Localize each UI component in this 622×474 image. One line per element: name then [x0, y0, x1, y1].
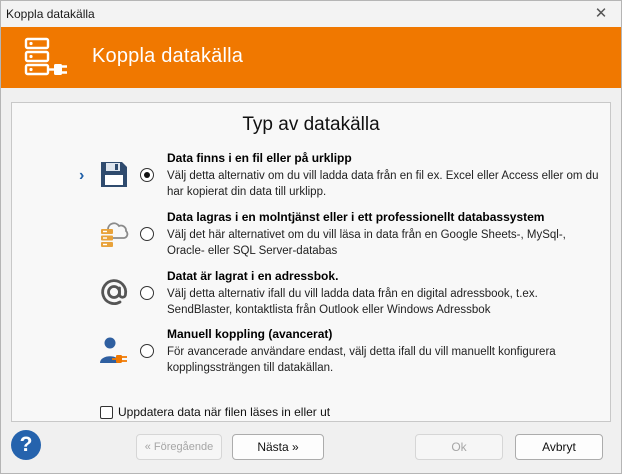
update-data-checkbox-label[interactable]: Uppdatera data när filen läses in eller …: [118, 405, 330, 419]
option-description: Välj detta alternativ ifall du vill ladd…: [167, 288, 538, 316]
option-manual-connection[interactable]: Manuell koppling (avancerat) För avancer…: [12, 327, 612, 383]
user-plug-icon: [100, 337, 127, 363]
close-icon[interactable]: ✕: [593, 5, 609, 22]
option-description: Välj detta alternativ om du vill ladda d…: [167, 170, 599, 198]
floppy-disk-icon: [101, 162, 127, 187]
option-address-book[interactable]: Datat är lagrat i en adressbok. Välj det…: [12, 269, 612, 325]
option-description: Välj det här alternativet om du vill läs…: [167, 229, 566, 257]
ok-button[interactable]: Ok: [415, 434, 503, 460]
section-title: Typ av datakälla: [242, 114, 380, 135]
cancel-button[interactable]: Avbryt: [515, 434, 603, 460]
radio-file-clipboard[interactable]: [140, 168, 154, 182]
option-title: Datat är lagrat i en adressbok.: [167, 269, 339, 283]
title-bar: Koppla datakälla ✕: [1, 1, 621, 27]
dialog-window: Koppla datakälla ✕ Koppla datakälla Typ …: [0, 0, 622, 474]
option-title: Data lagras i en molntjänst eller i ett …: [167, 210, 545, 224]
radio-cloud-database[interactable]: [140, 227, 154, 241]
option-title: Manuell koppling (avancerat): [167, 327, 333, 341]
next-button[interactable]: Nästa »: [232, 434, 324, 460]
at-sign-icon: [101, 279, 128, 305]
option-title: Data finns i en fil eller på urklipp: [167, 151, 352, 165]
window-title: Koppla datakälla: [6, 7, 95, 21]
cloud-database-icon: [101, 222, 129, 247]
banner-heading: Koppla datakälla: [92, 45, 244, 67]
selected-arrow-icon: ›: [79, 167, 85, 184]
header-banner: Koppla datakälla: [1, 27, 621, 88]
database-plug-icon: [24, 37, 67, 76]
update-data-checkbox[interactable]: [100, 405, 113, 419]
help-icon[interactable]: ?: [11, 430, 41, 460]
option-cloud-database[interactable]: Data lagras i en molntjänst eller i ett …: [12, 210, 612, 266]
radio-address-book[interactable]: [140, 286, 154, 300]
previous-button[interactable]: « Föregående: [136, 434, 222, 460]
update-data-checkbox-row[interactable]: Uppdatera data när filen läses in eller …: [100, 404, 330, 420]
option-file-clipboard[interactable]: › Data finns i en fil eller på urklipp V…: [12, 151, 612, 207]
radio-manual-connection[interactable]: [140, 344, 154, 358]
option-description: För avancerade användare endast, välj de…: [167, 346, 556, 374]
datasource-panel: Typ av datakälla › Data finns i en fil e…: [11, 102, 611, 422]
